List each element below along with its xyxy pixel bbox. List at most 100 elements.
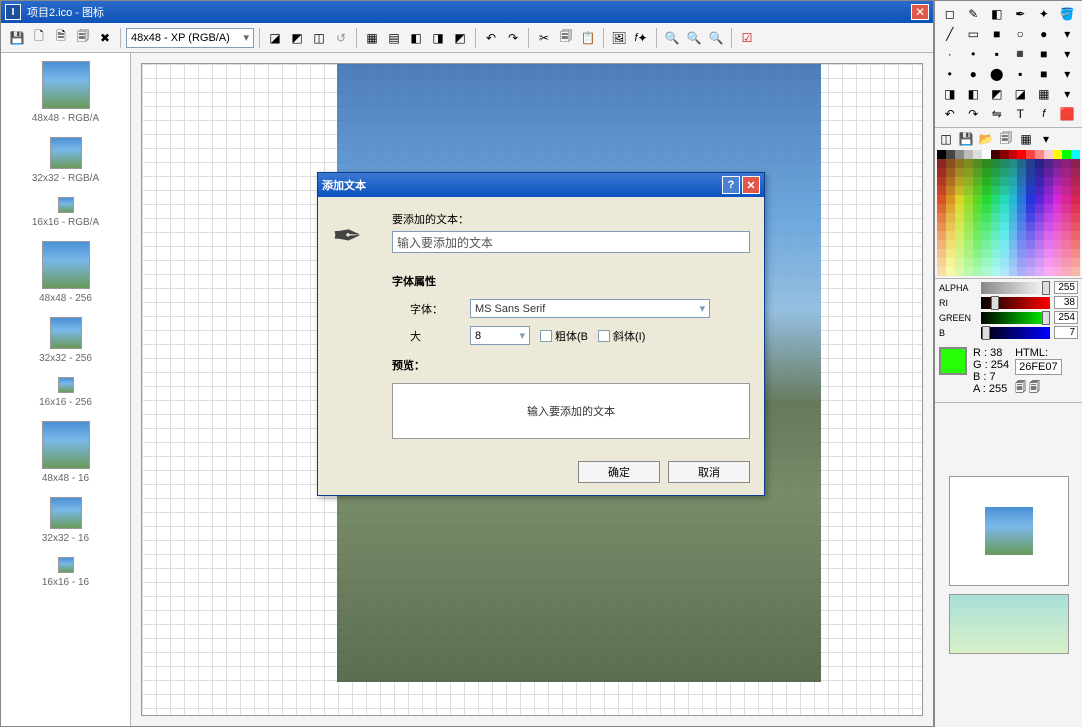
- format-sidebar: 48x48 - RGB/A 32x32 - RGB/A 16x16 - RGB/…: [1, 53, 131, 726]
- zoom-out-icon[interactable]: 🔍: [706, 28, 726, 48]
- pal-copy-icon[interactable]: 🗐: [997, 130, 1015, 148]
- italic-checkbox[interactable]: 斜体(I): [598, 328, 645, 344]
- side-item[interactable]: 16x16 - RGB/A: [1, 189, 130, 233]
- select-tool-icon[interactable]: ◻: [939, 5, 961, 23]
- grid-d-icon[interactable]: ◨: [428, 28, 448, 48]
- sq2-l-icon[interactable]: ■: [1033, 65, 1055, 83]
- red-slider[interactable]: [981, 297, 1050, 309]
- paste-icon[interactable]: 📋: [578, 28, 598, 48]
- flip-icon[interactable]: ⇋: [986, 105, 1008, 123]
- pal-grid-icon[interactable]: ▦: [1017, 130, 1035, 148]
- pal-open-icon[interactable]: 📂: [977, 130, 995, 148]
- side-item[interactable]: 16x16 - 256: [1, 369, 130, 413]
- pal-new-icon[interactable]: ◫: [937, 130, 955, 148]
- grad-d-icon[interactable]: ◪: [1010, 85, 1032, 103]
- checker-icon[interactable]: ◩: [450, 28, 470, 48]
- line-tool-icon[interactable]: ╱: [939, 25, 961, 43]
- undo-icon[interactable]: ↶: [481, 28, 501, 48]
- fellipse-tool-icon[interactable]: ●: [1033, 25, 1055, 43]
- delete-icon[interactable]: ✖: [95, 28, 115, 48]
- grad-e-icon[interactable]: ▦: [1033, 85, 1055, 103]
- format-select[interactable]: 48x48 - XP (RGB/A)▾: [126, 28, 254, 48]
- window-title: 项目2.ico - 图标: [27, 4, 104, 20]
- sq2-s-icon[interactable]: ▪: [1010, 65, 1032, 83]
- dot-m-icon[interactable]: •: [963, 45, 985, 63]
- side-item[interactable]: 32x32 - RGB/A: [1, 129, 130, 189]
- side-item[interactable]: 32x32 - 256: [1, 309, 130, 369]
- square-l-icon[interactable]: ■: [1033, 45, 1055, 63]
- blue-slider[interactable]: [981, 327, 1050, 339]
- fx2-icon[interactable]: f: [1033, 105, 1055, 123]
- grad-c-icon[interactable]: ◩: [986, 85, 1008, 103]
- grid-b-icon[interactable]: ▤: [384, 28, 404, 48]
- circle-m-icon[interactable]: ●: [963, 65, 985, 83]
- tool-b[interactable]: ◩: [287, 28, 307, 48]
- more2-icon[interactable]: ▾: [1057, 45, 1079, 63]
- square-s-icon[interactable]: ▪: [986, 45, 1008, 63]
- wand-tool-icon[interactable]: ✦: [1033, 5, 1055, 23]
- html-color-field[interactable]: 26FE07: [1015, 359, 1062, 375]
- import-icon[interactable]: 🗎: [51, 28, 71, 48]
- brush-tool-icon[interactable]: ✒: [1010, 5, 1032, 23]
- eraser-tool-icon[interactable]: ◧: [986, 5, 1008, 23]
- fx-icon[interactable]: f✦: [631, 28, 651, 48]
- check-icon[interactable]: ☑: [737, 28, 757, 48]
- color-icon[interactable]: 🟥: [1057, 105, 1079, 123]
- tool-palette: ◻ ✎ ◧ ✒ ✦ 🪣 ╱ ▭ ■ ○ ● ▾ · • ▪ ◾ ■ ▾ • ● …: [935, 1, 1082, 128]
- cancel-button[interactable]: 取消: [668, 461, 750, 483]
- pencil-tool-icon[interactable]: ✎: [963, 5, 985, 23]
- tool-a[interactable]: ◪: [265, 28, 285, 48]
- green-slider[interactable]: [981, 312, 1050, 324]
- save-icon[interactable]: 💾: [7, 28, 27, 48]
- bold-checkbox[interactable]: 粗体(B: [540, 328, 588, 344]
- fill-tool-icon[interactable]: 🪣: [1057, 5, 1079, 23]
- side-item[interactable]: 48x48 - 256: [1, 233, 130, 309]
- image-icon[interactable]: 🖼: [609, 28, 629, 48]
- grid-a-icon[interactable]: ▦: [362, 28, 382, 48]
- tool-d[interactable]: ↺: [331, 28, 351, 48]
- current-color[interactable]: [939, 347, 967, 375]
- side-item[interactable]: 48x48 - 16: [1, 413, 130, 489]
- ok-button[interactable]: 确定: [578, 461, 660, 483]
- text-tool-icon[interactable]: T: [1010, 105, 1032, 123]
- pal-drop-icon[interactable]: ▾: [1037, 130, 1055, 148]
- zoom-icon[interactable]: 🔍: [662, 28, 682, 48]
- more4-icon[interactable]: ▾: [1057, 85, 1079, 103]
- window-close-button[interactable]: ✕: [911, 4, 929, 20]
- square-m-icon[interactable]: ◾: [1010, 45, 1032, 63]
- circle-l-icon[interactable]: ⬤: [986, 65, 1008, 83]
- side-item[interactable]: 16x16 - 16: [1, 549, 130, 593]
- more3-icon[interactable]: ▾: [1057, 65, 1079, 83]
- rot-r-icon[interactable]: ↷: [963, 105, 985, 123]
- new-icon[interactable]: 🗋: [29, 28, 49, 48]
- ellipse-tool-icon[interactable]: ○: [1010, 25, 1032, 43]
- dialog-help-button[interactable]: ?: [722, 176, 740, 194]
- grad-a-icon[interactable]: ◨: [939, 85, 961, 103]
- color-palette[interactable]: [937, 150, 1080, 276]
- side-item[interactable]: 48x48 - RGB/A: [1, 53, 130, 129]
- ad-banner[interactable]: [949, 594, 1069, 654]
- side-item[interactable]: 32x32 - 16: [1, 489, 130, 549]
- alpha-slider[interactable]: [981, 282, 1050, 294]
- grid-c-icon[interactable]: ◧: [406, 28, 426, 48]
- cut-icon[interactable]: ✂: [534, 28, 554, 48]
- tool-c[interactable]: ◫: [309, 28, 329, 48]
- export-icon[interactable]: 🗐: [73, 28, 93, 48]
- redo-icon[interactable]: ↷: [503, 28, 523, 48]
- size-select[interactable]: 8▾: [470, 326, 530, 345]
- zoom-in-icon[interactable]: 🔍: [684, 28, 704, 48]
- grad-b-icon[interactable]: ◧: [963, 85, 985, 103]
- pal-save-icon[interactable]: 💾: [957, 130, 975, 148]
- rot-l-icon[interactable]: ↶: [939, 105, 961, 123]
- dot-s-icon[interactable]: ·: [939, 45, 961, 63]
- circle-s-icon[interactable]: •: [939, 65, 961, 83]
- dialog-close-button[interactable]: ✕: [742, 176, 760, 194]
- text-input[interactable]: [392, 231, 750, 253]
- font-select[interactable]: MS Sans Serif▾: [470, 299, 710, 318]
- copy-icon[interactable]: 🗐: [556, 28, 576, 48]
- frect-tool-icon[interactable]: ■: [986, 25, 1008, 43]
- dialog-titlebar[interactable]: 添加文本 ? ✕: [318, 173, 764, 197]
- rect-tool-icon[interactable]: ▭: [963, 25, 985, 43]
- main-toolbar: 💾 🗋 🗎 🗐 ✖ 48x48 - XP (RGB/A)▾ ◪ ◩ ◫ ↺ ▦ …: [1, 23, 933, 53]
- more-tool-icon[interactable]: ▾: [1057, 25, 1079, 43]
